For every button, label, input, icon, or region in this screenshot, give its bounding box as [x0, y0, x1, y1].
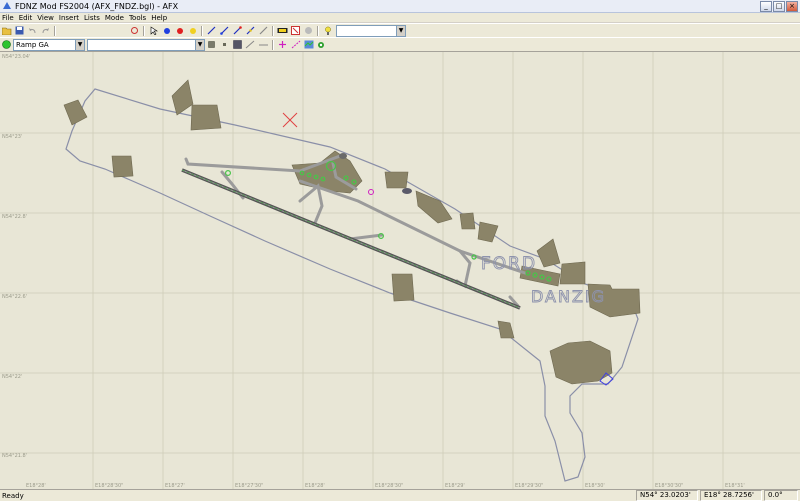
link-icon[interactable]	[206, 25, 217, 36]
red-node-icon[interactable]	[174, 25, 185, 36]
menu-help[interactable]: Help	[151, 14, 167, 22]
rotate-icon[interactable]	[129, 25, 140, 36]
menu-file[interactable]: File	[2, 14, 14, 22]
toolbar-separator	[201, 25, 203, 36]
grid-label-lat: N54°23.04'	[2, 54, 30, 60]
object-icon[interactable]	[303, 25, 314, 36]
edge-icon[interactable]	[258, 39, 269, 50]
grid-label-lat: N54°22.8'	[2, 214, 27, 220]
close-button[interactable]: ×	[786, 1, 798, 12]
grid-label-lat: N54°22.6'	[2, 294, 27, 300]
apron-polygon	[391, 273, 415, 302]
map-canvas[interactable]: N54°23.04' N54°23' N54°22.8' N54°22.6' N…	[0, 51, 800, 489]
status-heading: 0.0°	[764, 490, 798, 501]
link-blue-icon[interactable]	[219, 25, 230, 36]
menu-mode[interactable]: Mode	[105, 14, 124, 22]
window-title: FDNZ Mod FS2004 (AFX_FNDZ.bgl) - AFX	[15, 1, 179, 11]
link-yellow-icon[interactable]	[245, 25, 256, 36]
map-label-ford: FORD	[481, 254, 537, 274]
maximize-button[interactable]: □	[773, 1, 785, 12]
menu-tools[interactable]: Tools	[129, 14, 146, 22]
airport-map[interactable]: N54°23.04' N54°23' N54°22.8' N54°22.6' N…	[0, 52, 800, 489]
undo-icon[interactable]	[27, 25, 38, 36]
chevron-down-icon: ▼	[75, 39, 84, 50]
redo-icon[interactable]	[40, 25, 51, 36]
yellow-node-icon[interactable]	[187, 25, 198, 36]
apron-polygon	[384, 171, 409, 189]
blue-node-icon[interactable]	[161, 25, 172, 36]
map-icon[interactable]	[303, 39, 314, 50]
apron-polygon	[111, 155, 134, 178]
add-point-icon[interactable]	[277, 39, 288, 50]
hangar-shape	[402, 188, 412, 194]
menu-view[interactable]: View	[37, 14, 54, 22]
menu-insert[interactable]: Insert	[59, 14, 79, 22]
apron-polygon	[459, 212, 476, 230]
grid-label-lat: N54°21.8'	[2, 453, 27, 459]
object-toolbar: Ramp GA ▼ ▼	[0, 37, 800, 52]
link-red-icon[interactable]	[232, 25, 243, 36]
title-bar: FDNZ Mod FS2004 (AFX_FNDZ.bgl) - AFX _ □…	[0, 0, 800, 13]
map-background	[0, 52, 800, 489]
apron-fill-icon[interactable]	[206, 39, 217, 50]
app-icon	[3, 2, 11, 9]
chevron-down-icon: ▼	[195, 39, 204, 50]
tower-shape	[339, 153, 347, 159]
chevron-down-icon: ▼	[396, 25, 405, 36]
object-list-select[interactable]: ▼	[87, 38, 205, 51]
toolbar-separator	[54, 25, 56, 36]
grid-label-lat: N54°22'	[2, 374, 22, 380]
status-latitude: N54° 23.0203'	[636, 490, 698, 501]
status-ready: Ready	[2, 491, 24, 500]
exclude-icon[interactable]	[290, 25, 301, 36]
small-square-icon[interactable]	[219, 39, 230, 50]
object-type-value: Ramp GA	[16, 40, 49, 49]
toolbar-separator	[143, 25, 145, 36]
draw-line-icon[interactable]	[245, 39, 256, 50]
texture-icon[interactable]	[232, 39, 243, 50]
link-gray-icon[interactable]	[258, 25, 269, 36]
menu-lists[interactable]: Lists	[84, 14, 100, 22]
settings-icon[interactable]	[316, 39, 327, 50]
green-status-icon[interactable]	[1, 39, 12, 50]
toolbar-separator	[317, 25, 319, 36]
save-icon[interactable]	[14, 25, 25, 36]
minimize-button[interactable]: _	[760, 1, 772, 12]
status-bar: Ready N54° 23.0203' E18° 28.7256' 0.0°	[0, 489, 800, 501]
grid-label-lat: N54°23'	[2, 134, 22, 140]
toolbar-separator	[272, 39, 274, 50]
taxi-sign-icon[interactable]	[277, 25, 288, 36]
open-icon[interactable]	[1, 25, 12, 36]
apron-polygon	[190, 104, 222, 131]
toolbar-separator	[272, 25, 274, 36]
menu-edit[interactable]: Edit	[19, 14, 33, 22]
main-toolbar: ▼	[0, 23, 800, 38]
apron-polygon	[559, 261, 586, 285]
menu-bar: File Edit View Insert Lists Mode Tools H…	[0, 13, 800, 22]
status-longitude: E18° 28.7256'	[700, 490, 762, 501]
add-path-icon[interactable]	[290, 39, 301, 50]
help-bulb-icon[interactable]	[322, 25, 333, 36]
toolbar-dropdown[interactable]: ▼	[336, 24, 406, 37]
select-arrow-icon[interactable]	[148, 25, 159, 36]
object-type-select[interactable]: Ramp GA ▼	[13, 38, 85, 51]
map-label-danzig: DANZIG	[531, 287, 606, 306]
